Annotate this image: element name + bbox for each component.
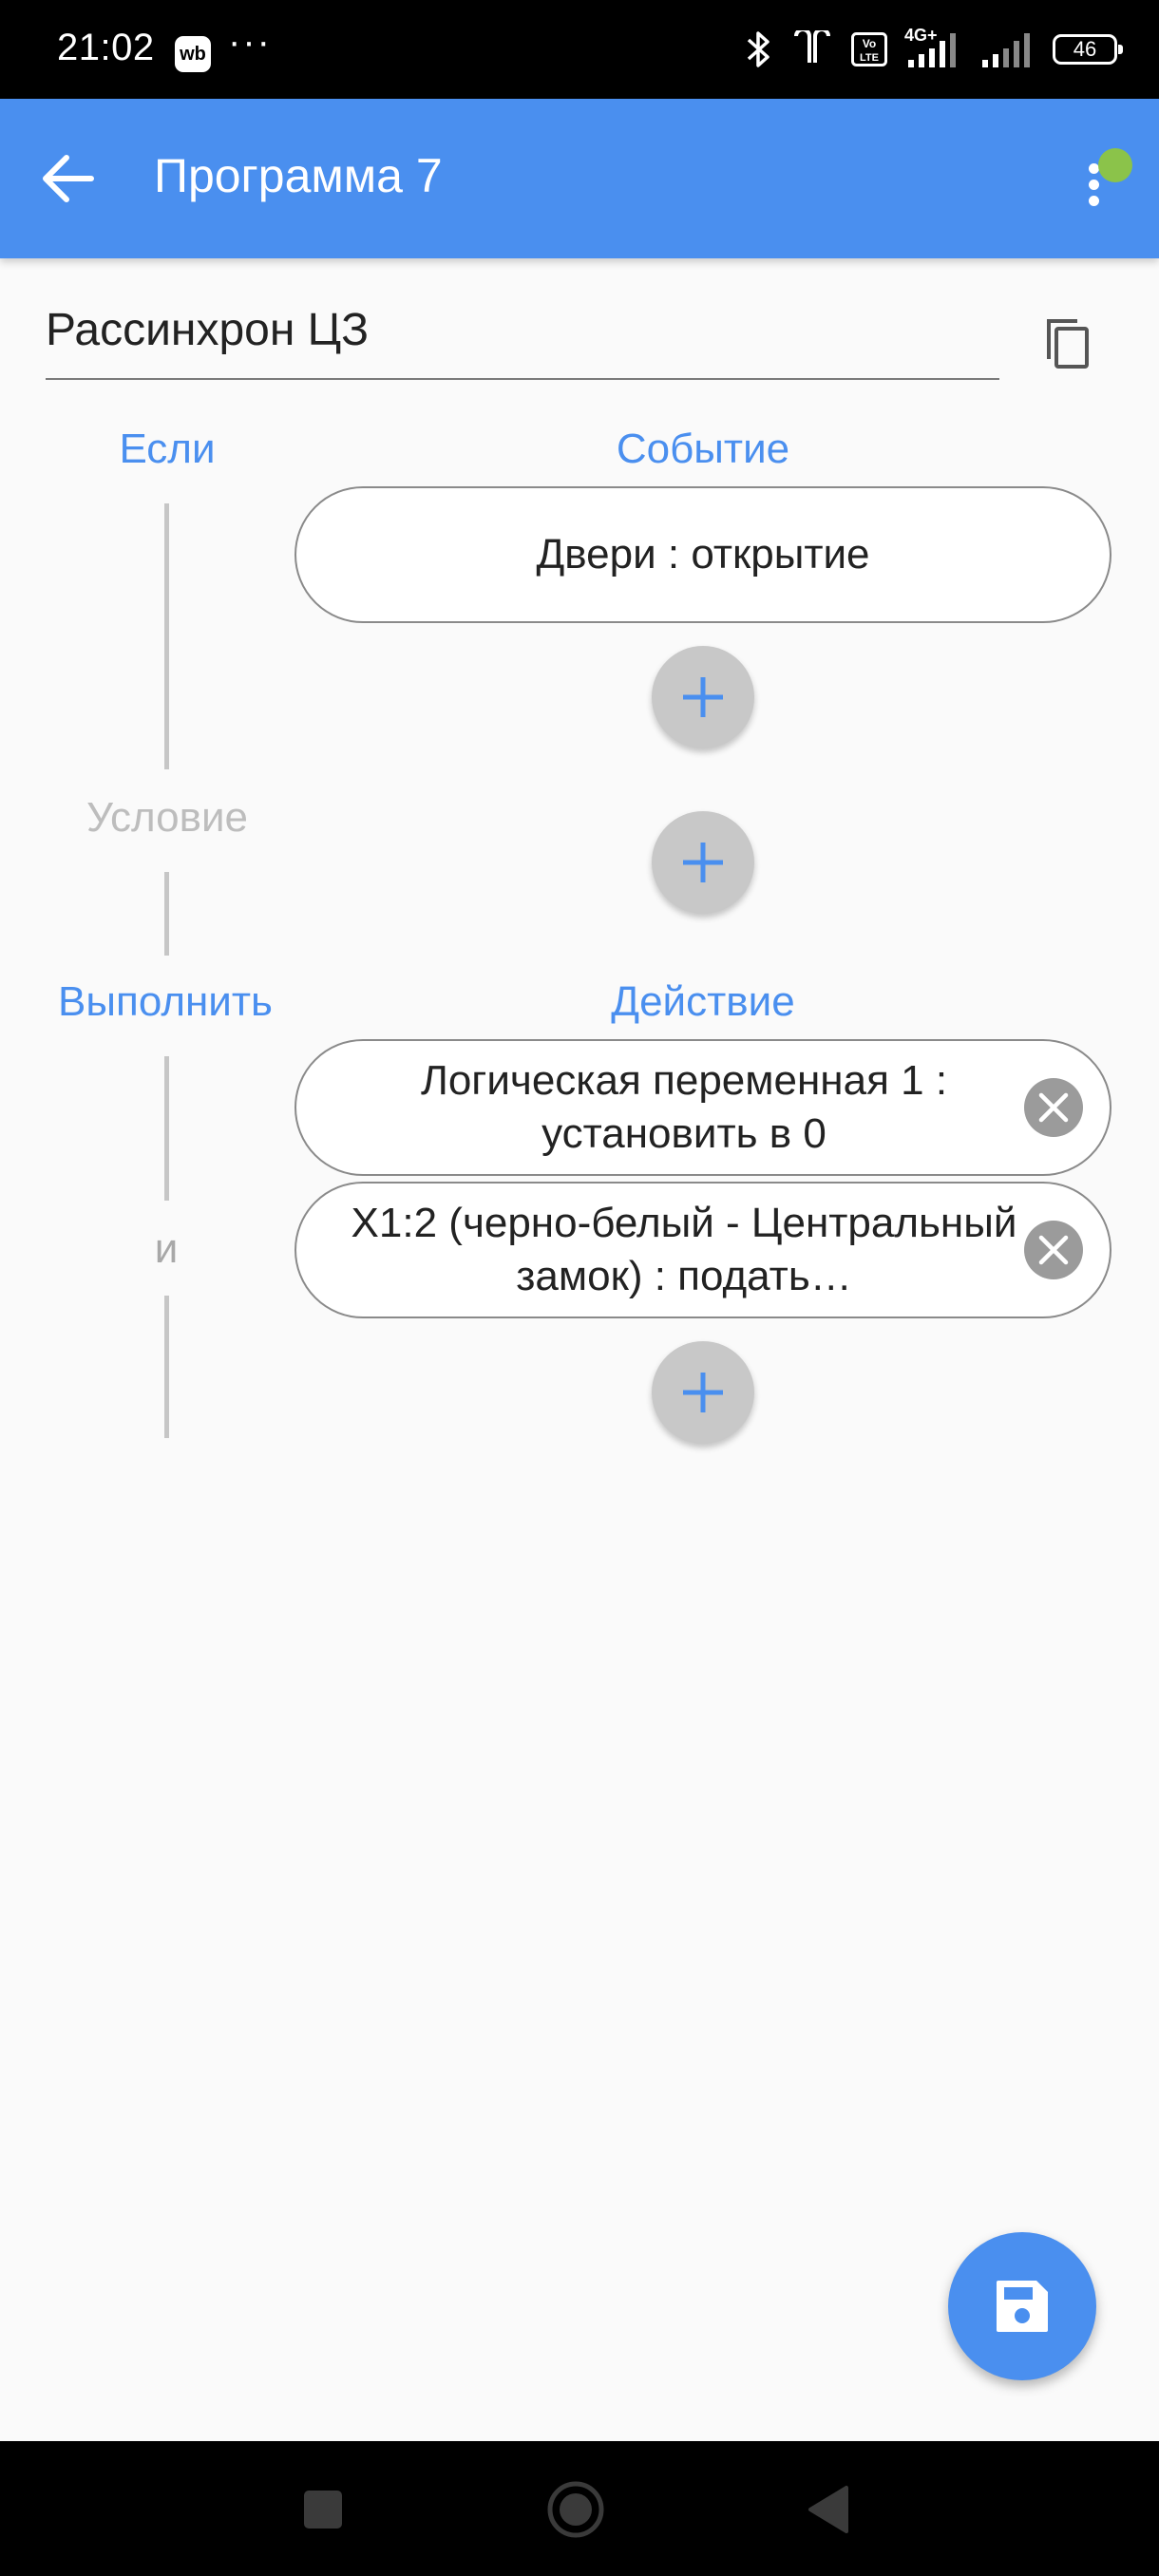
screen: 21:02 wb ··· Vo LTE 4G+ 46 Программа 7 Р… <box>0 0 1159 2576</box>
more-vert-icon-dot <box>1089 180 1099 190</box>
app-bar: Программа 7 <box>0 99 1159 258</box>
mobile-signal-1-icon: 4G+ <box>904 26 963 69</box>
action-item[interactable]: X1:2 (черно-белый - Центральный замок) :… <box>294 1182 1112 1318</box>
app-notification-badge: wb <box>175 36 211 72</box>
add-action-button[interactable] <box>652 1341 754 1444</box>
copy-button[interactable] <box>1034 310 1102 378</box>
mobile-signal-2-icon <box>982 33 1030 67</box>
event-label: Событие <box>616 426 790 472</box>
action-item[interactable]: Логическая переменная 1 : установить в 0 <box>294 1039 1112 1176</box>
svg-text:LTE: LTE <box>860 52 879 64</box>
remove-action-button[interactable] <box>1024 1078 1083 1137</box>
connection-status-indicator <box>1098 148 1132 182</box>
home-circle-icon <box>547 2481 604 2538</box>
square-icon <box>304 2491 342 2529</box>
close-icon <box>1038 1092 1069 1123</box>
execute-connector-line-bottom <box>164 1296 169 1438</box>
triangle-back-icon <box>808 2486 848 2533</box>
status-icons: Vo LTE 4G+ 46 <box>745 26 1123 70</box>
more-vert-icon-dot <box>1089 196 1099 206</box>
arrow-left-icon <box>43 155 94 202</box>
recents-button[interactable] <box>276 2462 370 2557</box>
action-text: Логическая переменная 1 : установить в 0 <box>420 1057 948 1157</box>
event-item[interactable]: Двери : открытие <box>294 486 1112 623</box>
navigation-bar <box>0 2441 1159 2576</box>
action-label: Действие <box>611 978 795 1025</box>
execute-label: Выполнить <box>58 978 273 1025</box>
execute-connector-line-top <box>164 1056 169 1201</box>
copy-icon <box>1047 319 1089 369</box>
save-button[interactable] <box>948 2232 1096 2380</box>
bluetooth-icon <box>747 31 770 67</box>
battery-icon: 46 <box>1053 34 1123 65</box>
add-event-button[interactable] <box>652 646 754 748</box>
page-title: Программа 7 <box>154 149 443 202</box>
status-bar: 21:02 wb ··· Vo LTE 4G+ 46 <box>0 0 1159 99</box>
plus-icon <box>683 843 723 882</box>
if-label: Если <box>119 426 216 472</box>
program-name-input[interactable]: Рассинхрон ЦЗ <box>46 294 999 380</box>
more-notifications-icon: ··· <box>228 21 272 63</box>
status-time: 21:02 <box>57 27 155 68</box>
home-button[interactable] <box>528 2462 623 2557</box>
svg-text:Vo: Vo <box>863 37 876 50</box>
earbuds-icon <box>794 30 830 63</box>
add-condition-button[interactable] <box>652 811 754 914</box>
remove-action-button[interactable] <box>1024 1221 1083 1279</box>
plus-icon <box>683 1373 723 1412</box>
if-connector-line <box>164 503 169 769</box>
back-button[interactable] <box>25 135 112 222</box>
condition-label: Условие <box>86 794 249 841</box>
back-nav-button[interactable] <box>781 2462 876 2557</box>
action-text: X1:2 (черно-белый - Центральный замок) :… <box>351 1200 1017 1299</box>
save-icon <box>997 2281 1048 2332</box>
condition-connector-line <box>164 872 169 956</box>
event-text: Двери : открытие <box>536 531 870 578</box>
and-label: и <box>154 1225 179 1272</box>
volte-icon: Vo LTE <box>851 32 887 66</box>
more-menu-button[interactable] <box>1051 139 1136 224</box>
plus-icon <box>683 677 723 717</box>
close-icon <box>1038 1235 1069 1265</box>
